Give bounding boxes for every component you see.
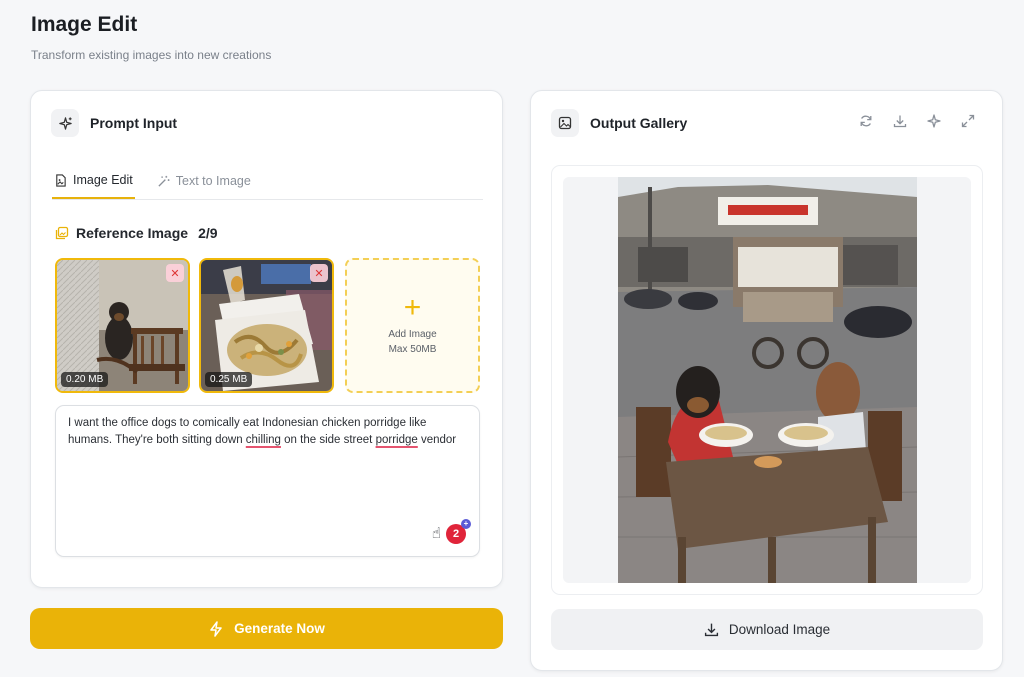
reference-image-header: Reference Image 2/9 <box>55 225 218 241</box>
output-gallery-header: Output Gallery <box>551 109 687 137</box>
images-icon <box>55 226 69 240</box>
lightning-icon <box>210 620 222 637</box>
file-size-badge: 0.25 MB <box>205 372 253 387</box>
tab-image-edit[interactable]: Image Edit <box>52 163 135 199</box>
reference-image-count: 2/9 <box>198 225 218 241</box>
grammar-extension-count: 2 <box>452 528 460 540</box>
mode-tabs: Image Edit Text to Image <box>52 163 483 200</box>
prompt-segment: on the side street <box>280 434 376 446</box>
download-icon <box>704 623 718 637</box>
reference-image-label: Reference Image <box>76 225 189 241</box>
add-image-label: Add Image <box>388 328 437 340</box>
output-gallery-card: Output Gallery Download Image <box>530 90 1003 671</box>
prompt-text[interactable]: I want the office dogs to comically eat … <box>68 415 468 449</box>
prompt-input-title: Prompt Input <box>90 115 178 131</box>
image-icon <box>551 109 579 137</box>
plus-icon: + <box>403 290 422 324</box>
sparkle-icon[interactable] <box>926 113 942 129</box>
file-size-badge: 0.20 MB <box>61 372 109 387</box>
download-image-label: Download Image <box>728 622 831 637</box>
page-title: Image Edit <box>31 13 138 36</box>
prompt-textarea[interactable]: I want the office dogs to comically eat … <box>55 405 480 557</box>
reference-thumbnail[interactable]: 0.20 MB ✕ <box>55 258 190 393</box>
output-gallery-title: Output Gallery <box>590 115 688 131</box>
prompt-segment-misspelled: chilling <box>245 434 281 446</box>
gallery-actions <box>858 113 976 129</box>
remove-image-button[interactable]: ✕ <box>310 264 328 282</box>
prompt-input-card: Prompt Input Image Edit Text to Image Re… <box>30 90 503 588</box>
prompt-segment-misspelled: porridge <box>375 434 418 446</box>
tab-text-to-image-label: Text to Image <box>175 174 251 188</box>
tab-image-edit-label: Image Edit <box>73 173 133 187</box>
expand-icon[interactable] <box>960 113 976 129</box>
reference-thumbnail[interactable]: 0.25 MB ✕ <box>199 258 334 393</box>
grammar-extension-icon[interactable]: 2 + <box>446 519 471 544</box>
generate-now-button[interactable]: Generate Now <box>30 608 503 649</box>
tab-text-to-image[interactable]: Text to Image <box>155 163 253 199</box>
refresh-icon[interactable] <box>858 113 874 129</box>
plus-badge-icon: + <box>461 519 471 529</box>
add-image-limit: Max 50MB <box>388 343 437 355</box>
generate-now-label: Generate Now <box>234 621 325 636</box>
sparkle-icon <box>51 109 79 137</box>
remove-image-button[interactable]: ✕ <box>166 264 184 282</box>
page-subtitle: Transform existing images into new creat… <box>31 48 272 62</box>
add-image-button[interactable]: + Add Image Max 50MB <box>345 258 480 393</box>
prompt-input-header: Prompt Input <box>51 109 177 137</box>
gallery-frame <box>551 165 983 595</box>
download-image-button[interactable]: Download Image <box>551 609 983 650</box>
magic-wand-icon <box>158 175 170 187</box>
output-image[interactable] <box>618 177 917 583</box>
prompt-segment: vendor <box>417 434 457 446</box>
textarea-extensions: ☝ 2 + <box>432 519 471 544</box>
pointing-hand-icon[interactable]: ☝ <box>432 525 441 543</box>
image-file-icon <box>56 173 66 187</box>
gallery-viewport <box>563 177 971 583</box>
download-icon[interactable] <box>892 113 908 129</box>
